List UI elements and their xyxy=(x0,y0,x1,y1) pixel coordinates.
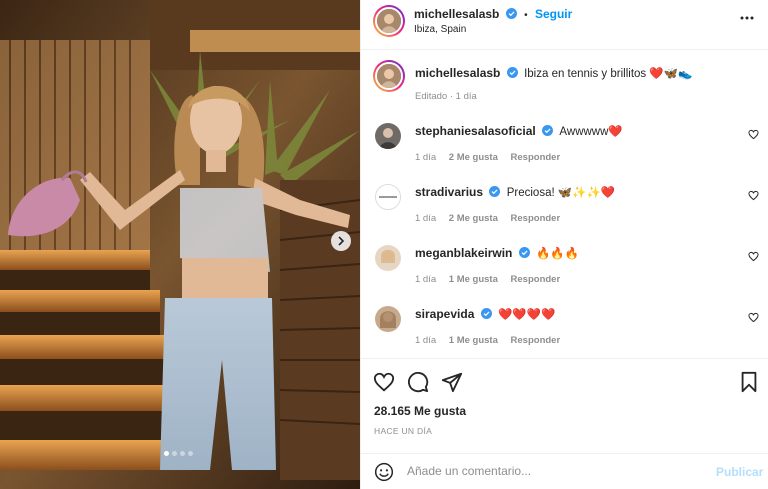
more-horizontal-icon[interactable] xyxy=(740,16,754,20)
verified-badge-icon xyxy=(505,8,517,19)
comment-time: 1 día xyxy=(415,152,437,163)
follow-button[interactable]: Seguir xyxy=(535,7,572,21)
verified-badge-icon xyxy=(542,125,554,136)
carousel-next-button[interactable] xyxy=(331,231,351,251)
comment-item: sirapevida ❤️❤️❤️❤️ 1 día 1 Me gusta Res… xyxy=(361,303,768,351)
carousel-dot xyxy=(172,451,177,456)
likes-count[interactable]: 28.165 Me gusta xyxy=(374,404,466,418)
commenter-username[interactable]: meganblakeirwin xyxy=(415,246,512,260)
heart-outline-icon[interactable] xyxy=(748,312,759,323)
commenter-avatar[interactable] xyxy=(375,123,401,149)
comment-item: stradivarius Preciosa! 🦋✨✨❤️ 1 día 2 Me … xyxy=(361,181,768,229)
post-photo[interactable] xyxy=(0,0,360,489)
verified-badge-icon xyxy=(489,186,501,197)
comment-likes[interactable]: 1 Me gusta xyxy=(449,274,498,285)
commenter-avatar[interactable] xyxy=(375,245,401,271)
post-side-panel: michellesalasb • Seguir Ibiza, Spain mic… xyxy=(360,0,768,489)
comment-item: stephaniesalasoficial Awwwww❤️ 1 día 2 M… xyxy=(361,120,768,168)
caption-avatar[interactable] xyxy=(373,60,405,92)
post-caption: michellesalasb Ibiza en tennis y brillit… xyxy=(361,60,768,110)
comment-text: Preciosa! 🦋✨✨❤️ xyxy=(506,187,616,199)
commenter-avatar[interactable] xyxy=(375,306,401,332)
comment-time: 1 día xyxy=(415,274,437,285)
comment-item: meganblakeirwin 🔥🔥🔥 1 día 1 Me gusta Res… xyxy=(361,242,768,290)
save-bookmark-icon[interactable] xyxy=(739,371,759,393)
post-header: michellesalasb • Seguir Ibiza, Spain xyxy=(361,0,768,50)
carousel-dot xyxy=(164,451,169,456)
comment-text: 🔥🔥🔥 xyxy=(536,248,580,260)
comment-bubble-icon[interactable] xyxy=(407,371,429,393)
carousel-dot xyxy=(180,451,185,456)
post-timestamp[interactable]: HACE UN DÍA xyxy=(374,426,432,436)
verified-badge-icon xyxy=(506,67,518,78)
share-send-icon[interactable] xyxy=(441,371,463,393)
chevron-right-icon xyxy=(338,236,345,246)
comment-likes[interactable]: 2 Me gusta xyxy=(449,213,498,224)
verified-badge-icon xyxy=(480,308,492,319)
comment-likes[interactable]: 1 Me gusta xyxy=(449,335,498,346)
reply-button[interactable]: Responder xyxy=(511,152,561,163)
reply-button[interactable]: Responder xyxy=(511,335,561,346)
post-actions: 28.165 Me gusta HACE UN DÍA xyxy=(361,358,768,453)
commenter-username[interactable]: stradivarius xyxy=(415,185,483,199)
heart-outline-icon[interactable] xyxy=(748,129,759,140)
heart-outline-icon[interactable] xyxy=(748,190,759,201)
author-avatar[interactable] xyxy=(373,5,405,37)
author-username[interactable]: michellesalasb xyxy=(414,7,499,21)
carousel-indicator xyxy=(164,451,193,456)
comment-composer: Publicar xyxy=(361,453,768,489)
comment-text: Awwwww❤️ xyxy=(559,126,623,138)
commenter-username[interactable]: sirapevida xyxy=(415,307,474,321)
post-image xyxy=(0,0,360,489)
reply-button[interactable]: Responder xyxy=(511,274,561,285)
caption-username[interactable]: michellesalasb xyxy=(415,66,500,80)
comment-time: 1 día xyxy=(415,213,437,224)
caption-meta: Editado · 1 día xyxy=(415,91,477,102)
like-heart-icon[interactable] xyxy=(373,371,395,393)
emoji-smiley-icon[interactable] xyxy=(374,462,394,482)
comment-time: 1 día xyxy=(415,335,437,346)
comment-text: ❤️❤️❤️❤️ xyxy=(498,309,556,321)
commenter-username[interactable]: stephaniesalasoficial xyxy=(415,124,536,138)
verified-badge-icon xyxy=(518,247,530,258)
comment-input[interactable] xyxy=(407,464,707,478)
publish-button[interactable]: Publicar xyxy=(716,465,763,479)
separator-dot: • xyxy=(524,10,528,21)
commenter-avatar[interactable] xyxy=(375,184,401,210)
heart-outline-icon[interactable] xyxy=(748,251,759,262)
caption-text: Ibiza en tennis y brillitos ❤️🦋👟 xyxy=(524,68,693,80)
reply-button[interactable]: Responder xyxy=(511,213,561,224)
carousel-dot xyxy=(188,451,193,456)
comment-likes[interactable]: 2 Me gusta xyxy=(449,152,498,163)
post-location[interactable]: Ibiza, Spain xyxy=(414,24,466,35)
